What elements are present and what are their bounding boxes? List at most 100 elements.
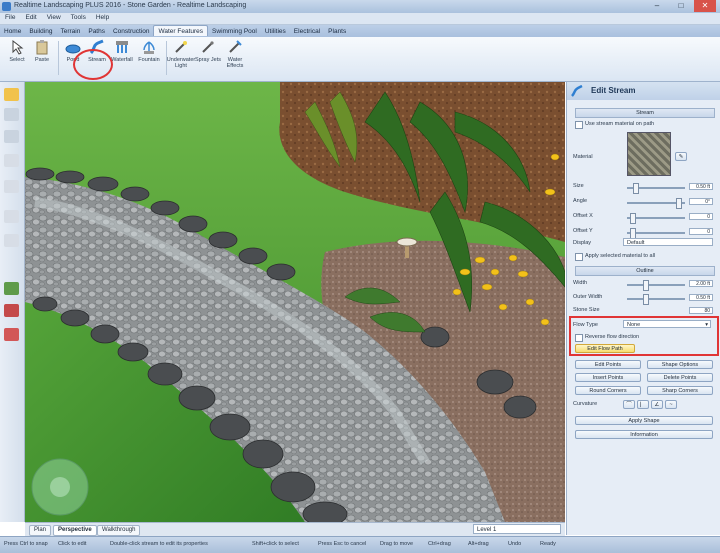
tab-construction[interactable]: Construction bbox=[109, 26, 154, 36]
water-effects-button[interactable]: Water Effects bbox=[220, 39, 250, 69]
smooth-mode-button[interactable]: ~ bbox=[665, 400, 677, 409]
shape-options-button[interactable]: Shape Options bbox=[647, 360, 713, 369]
pencil-tool-icon[interactable] bbox=[4, 210, 19, 223]
status-item: Ctrl+drag bbox=[428, 541, 451, 547]
tab-walkthrough[interactable]: Walkthrough bbox=[97, 525, 141, 536]
width-field[interactable]: 2.00 ft bbox=[689, 280, 713, 287]
tab-water-features[interactable]: Water Features bbox=[153, 25, 209, 36]
apply-all-label: Apply selected material to all bbox=[585, 253, 656, 259]
view-tab-bar: Plan Perspective Walkthrough Level 1 bbox=[25, 522, 565, 536]
tab-plants[interactable]: Plants bbox=[324, 26, 350, 36]
tab-plan[interactable]: Plan bbox=[29, 525, 52, 536]
material-label: Material bbox=[573, 154, 593, 160]
display-dropdown[interactable]: Default bbox=[623, 238, 713, 246]
paste-button[interactable]: Paste bbox=[27, 39, 57, 63]
outer-width-slider[interactable] bbox=[627, 294, 685, 305]
spray-icon bbox=[200, 39, 216, 55]
delete-points-button[interactable]: Delete Points bbox=[647, 373, 713, 382]
curve-icon: ⌒ bbox=[626, 402, 632, 408]
close-button[interactable]: ✕ bbox=[694, 0, 716, 12]
apply-all-checkbox[interactable] bbox=[575, 253, 583, 261]
angle-icon: ∠ bbox=[654, 402, 660, 408]
stream-material-checkbox[interactable] bbox=[575, 121, 583, 129]
curve-mode-button[interactable]: ⌒ bbox=[623, 400, 635, 409]
properties-panel: Edit Stream Stream Use stream material o… bbox=[566, 82, 720, 535]
status-item: Undo bbox=[508, 541, 522, 547]
edit-points-button[interactable]: Edit Points bbox=[575, 360, 641, 369]
tab-terrain[interactable]: Terrain bbox=[56, 26, 84, 36]
perspective-viewport[interactable] bbox=[25, 82, 565, 522]
slider-thumb[interactable] bbox=[629, 213, 636, 224]
insert-points-button[interactable]: Insert Points bbox=[575, 373, 641, 382]
stream-icon bbox=[571, 85, 583, 97]
tab-building[interactable]: Building bbox=[25, 26, 56, 36]
slider-thumb[interactable] bbox=[643, 294, 650, 305]
flow-type-label: Flow Type bbox=[573, 322, 598, 328]
tab-electrical[interactable]: Electrical bbox=[290, 26, 324, 36]
status-item: Shift+click to select bbox=[252, 541, 299, 547]
highlight-circle bbox=[73, 49, 113, 80]
fountain-button[interactable]: Fountain bbox=[134, 39, 164, 63]
maximize-button[interactable]: □ bbox=[670, 0, 692, 12]
sharp-corners-button[interactable]: Sharp Corners bbox=[647, 386, 713, 395]
menu-help[interactable]: Help bbox=[91, 13, 114, 22]
slider-thumb[interactable] bbox=[643, 280, 650, 291]
menu-bar: File Edit View Tools Help bbox=[0, 13, 720, 25]
minimize-button[interactable]: – bbox=[646, 0, 668, 12]
ribbon-tab-bar: Home Building Terrain Paths Construction Wate… bbox=[0, 25, 720, 37]
round-corners-button[interactable]: Round Corners bbox=[575, 386, 641, 395]
level-select[interactable]: Level 1 bbox=[473, 524, 561, 534]
spray-jets-button[interactable]: Spray Jets bbox=[193, 39, 223, 63]
delete-tool-icon[interactable] bbox=[4, 304, 19, 317]
measure-tool-icon[interactable] bbox=[4, 154, 19, 167]
angle-mode-button[interactable]: ∠ bbox=[651, 400, 663, 409]
apply-shape-button[interactable]: Apply Shape bbox=[575, 416, 713, 425]
offset-y-field[interactable]: 0 bbox=[689, 228, 713, 235]
size-field[interactable]: 0.50 ft bbox=[689, 183, 713, 190]
stone-size-field[interactable]: 80 bbox=[689, 307, 713, 314]
zoom-tool-icon[interactable] bbox=[4, 130, 19, 143]
offset-x-field[interactable]: 0 bbox=[689, 213, 713, 220]
line-tool-icon[interactable] bbox=[4, 234, 19, 247]
tab-utilities[interactable]: Utilities bbox=[261, 26, 290, 36]
section-stream[interactable]: Stream bbox=[575, 108, 715, 118]
status-item: Alt+drag bbox=[468, 541, 489, 547]
size-slider[interactable] bbox=[627, 183, 685, 194]
offset-y-slider[interactable] bbox=[627, 228, 685, 239]
menu-tools[interactable]: Tools bbox=[66, 13, 91, 22]
pan-tool-icon[interactable] bbox=[4, 108, 19, 121]
information-button[interactable]: Information bbox=[575, 430, 713, 439]
tab-swimming-pool[interactable]: Swimming Pool bbox=[208, 26, 261, 36]
straight-mode-button[interactable]: ⎸ bbox=[637, 400, 649, 409]
scene-render bbox=[25, 82, 565, 522]
section-outline[interactable]: Outline bbox=[575, 266, 715, 276]
status-item: Press Ctrl to snap bbox=[4, 541, 48, 547]
smooth-icon: ~ bbox=[669, 402, 673, 408]
status-item: Press Esc to cancel bbox=[318, 541, 367, 547]
menu-edit[interactable]: Edit bbox=[20, 13, 41, 22]
menu-file[interactable]: File bbox=[0, 13, 20, 22]
width-slider[interactable] bbox=[627, 280, 685, 291]
layer-tool-icon[interactable] bbox=[4, 282, 19, 295]
material-swatch[interactable] bbox=[627, 132, 671, 176]
menu-view[interactable]: View bbox=[42, 13, 66, 22]
tab-paths[interactable]: Paths bbox=[84, 26, 109, 36]
record-tool-icon[interactable] bbox=[4, 328, 19, 341]
slider-thumb[interactable] bbox=[633, 183, 640, 194]
offset-x-slider[interactable] bbox=[627, 213, 685, 224]
angle-field[interactable]: 0° bbox=[689, 198, 713, 205]
angle-slider[interactable] bbox=[627, 198, 685, 209]
ribbon: Select Paste Pond Stream Waterfall Fount… bbox=[0, 37, 720, 82]
underwater-light-button[interactable]: Underwater Light bbox=[166, 39, 196, 69]
rotate-tool-icon[interactable] bbox=[4, 180, 19, 193]
tab-home[interactable]: Home bbox=[0, 26, 25, 36]
slider-thumb[interactable] bbox=[675, 198, 682, 209]
reverse-flow-checkbox[interactable] bbox=[575, 334, 583, 342]
edit-material-button[interactable]: ✎ bbox=[675, 152, 687, 161]
flow-type-dropdown[interactable]: None ▾ bbox=[623, 320, 711, 328]
edit-flow-path-button[interactable]: Edit Flow Path bbox=[575, 344, 635, 353]
pointer-tool-icon[interactable] bbox=[4, 88, 19, 101]
outer-width-field[interactable]: 0.50 ft bbox=[689, 294, 713, 301]
tab-perspective[interactable]: Perspective bbox=[53, 525, 97, 536]
app-icon bbox=[2, 2, 11, 11]
